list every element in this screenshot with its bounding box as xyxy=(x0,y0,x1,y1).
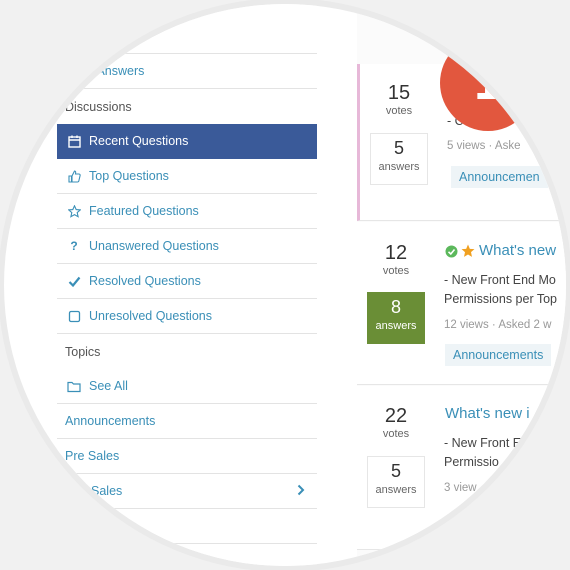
sidebar-item-my-questions[interactable]: ...ons xyxy=(57,19,317,54)
question-meta: 12 views · Asked 2 w xyxy=(444,319,552,331)
folder-icon xyxy=(67,379,81,393)
chevron-right-icon[interactable] xyxy=(297,484,305,499)
question-excerpt-line-2: Permissio xyxy=(444,455,499,469)
sidebar-item-recent-questions[interactable]: Recent Questions xyxy=(57,124,317,159)
answer-number: 5 xyxy=(390,461,401,481)
check-icon xyxy=(67,274,81,288)
sidebar-item-resolved-questions[interactable]: Resolved Questions xyxy=(57,264,317,299)
sidebar-item-my-answers[interactable]: ...y Answers xyxy=(57,54,317,89)
sidebar-item-label: Sales xyxy=(91,484,123,498)
vote-count: 15 votes xyxy=(370,82,428,117)
vote-label: votes xyxy=(382,265,410,277)
sidebar-item-announcements[interactable]: Announcements xyxy=(57,404,317,439)
topic-tag[interactable]: Announcemen xyxy=(451,166,548,188)
sidebar-item-unresolved-questions[interactable]: Unresolved Questions xyxy=(57,299,317,334)
resolved-check-icon xyxy=(445,245,458,263)
question-title-link[interactable]: What's new i xyxy=(445,405,530,422)
answer-number: 8 xyxy=(390,297,401,317)
sidebar-item-label: Top Questions xyxy=(89,169,169,183)
topic-tag[interactable]: Announcements xyxy=(445,344,552,366)
vote-label: votes xyxy=(385,105,413,117)
question-card: 12 votes 8 answers What's new - New Fron… xyxy=(357,222,566,385)
answer-label: answers xyxy=(375,320,417,332)
sidebar-item-label: Unanswered Questions xyxy=(89,239,219,253)
sidebar-item-label: Announcements xyxy=(65,414,156,428)
sidebar-item-top-questions[interactable]: Top Questions xyxy=(57,159,317,194)
vote-count: 22 votes xyxy=(367,405,425,440)
sidebar-item-label: Pre Sales xyxy=(65,449,120,463)
sidebar-item-pre-sales[interactable]: Pre Sales xyxy=(57,439,317,474)
question-excerpt-line-2: Permissions per Top xyxy=(444,292,558,306)
question-meta: 3 view xyxy=(444,482,477,494)
sidebar-item-label: Unresolved Questions xyxy=(89,309,212,323)
sidebar-item-see-all[interactable]: See All xyxy=(57,369,317,404)
vote-number: 22 xyxy=(384,405,408,427)
answer-label: answers xyxy=(378,161,420,173)
vote-number: 12 xyxy=(384,242,408,264)
question-icon: ? xyxy=(70,239,78,253)
vote-label: votes xyxy=(382,428,410,440)
question-title-link[interactable]: What's new xyxy=(479,242,556,259)
question-excerpt-line-1: - New Front End xyxy=(444,436,536,450)
answer-count: 5 answers xyxy=(367,456,425,508)
sidebar-item-label: Resolved Questions xyxy=(89,274,201,288)
discussions-heading: Discussions xyxy=(65,100,132,114)
magnifier-lens: ...ons ...y Answers Discussions Recent Q… xyxy=(4,4,566,566)
sidebar-item-label: See All xyxy=(89,379,128,393)
vote-number: 15 xyxy=(387,82,411,104)
featured-star-icon xyxy=(461,244,475,263)
answer-number: 5 xyxy=(393,138,404,158)
thumbs-up-icon xyxy=(67,169,81,183)
sidebar-item-label: ...y Answers xyxy=(77,64,145,78)
question-meta: 5 views · Aske xyxy=(447,140,521,152)
star-icon xyxy=(67,204,81,218)
calendar-icon xyxy=(67,134,81,148)
answer-label: answers xyxy=(375,484,417,496)
step-number-badge: 1 xyxy=(440,35,536,131)
topics-heading: Topics xyxy=(65,345,101,359)
sidebar-item-empty xyxy=(57,509,317,544)
sidebar-item-label: ...ons xyxy=(117,29,148,43)
sidebar-item-featured-questions[interactable]: Featured Questions xyxy=(57,194,317,229)
sidebar: ...ons ...y Answers Discussions Recent Q… xyxy=(57,4,317,566)
sidebar-item-sales[interactable]: Sales xyxy=(57,474,317,509)
vote-count: 12 votes xyxy=(367,242,425,277)
sidebar-item-label: Featured Questions xyxy=(89,204,199,218)
square-icon xyxy=(67,309,81,323)
question-card: 22 votes 5 answers What's new i - New Fr… xyxy=(357,386,566,550)
answer-count: 5 answers xyxy=(370,133,428,185)
answer-count-accepted: 8 answers xyxy=(367,292,425,344)
sidebar-item-label: Recent Questions xyxy=(89,134,189,148)
question-excerpt-line-1: - New Front End Mo xyxy=(444,273,556,287)
sidebar-item-unanswered-questions[interactable]: ? Unanswered Questions xyxy=(57,229,317,264)
